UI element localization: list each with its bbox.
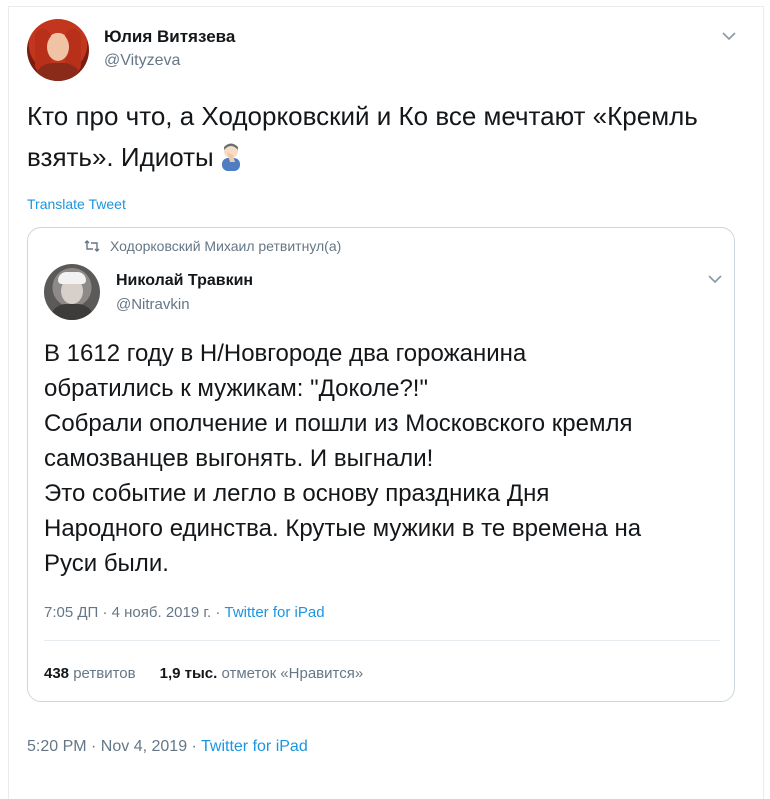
quoted-text-line: Собрали ополчение и пошли из Московского… — [44, 410, 633, 437]
tweet-text: Кто про что, а Ходорковский и Ко все меч… — [27, 101, 698, 172]
quoted-tweet-text: В 1612 году в Н/Новгороде два горожанина… — [44, 336, 724, 581]
chevron-down-icon[interactable] — [722, 31, 736, 41]
likes-stat[interactable]: 1,9 тыс. отметок «Нравится» — [160, 665, 364, 682]
quoted-stats: 438 ретвитов 1,9 тыс. отметок «Нравится» — [44, 665, 363, 682]
divider — [44, 640, 720, 641]
quoted-timestamp: 7:05 ДП · 4 нояб. 2019 г. · Twitter for … — [44, 604, 325, 621]
quoted-text-line: В 1612 году в Н/Новгороде два горожанина — [44, 340, 527, 367]
quoted-author-name[interactable]: Николай Травкин — [116, 272, 253, 290]
retweets-stat[interactable]: 438 ретвитов — [44, 665, 136, 682]
retweet-icon — [84, 240, 100, 252]
author-handle[interactable]: @Vityzeva — [104, 52, 180, 70]
chevron-down-icon[interactable] — [708, 274, 722, 284]
quoted-source-link[interactable]: Twitter for iPad — [225, 604, 325, 621]
person-facepalming-emoji-icon — [218, 142, 244, 172]
quoted-author-handle[interactable]: @Nitravkin — [116, 296, 190, 313]
retweet-context: Ходорковский Михаил ретвитнул(а) — [84, 238, 341, 254]
quoted-text-line: Народного единства. Крутые мужики в те в… — [44, 515, 642, 542]
author-avatar[interactable] — [27, 19, 89, 81]
retweet-context-text: Ходорковский Михаил ретвитнул(а) — [110, 238, 342, 254]
quoted-text-line: Это событие и легло в основу праздника Д… — [44, 480, 550, 507]
translate-tweet-link[interactable]: Translate Tweet — [27, 196, 126, 212]
quoted-text-line: Руси были. — [44, 550, 169, 577]
quoted-time[interactable]: 7:05 ДП · 4 нояб. 2019 г. · — [44, 604, 225, 621]
tweet-timestamp: 5:20 PM · Nov 4, 2019 · Twitter for iPad — [27, 738, 308, 756]
tweet-time[interactable]: 5:20 PM · Nov 4, 2019 · — [27, 738, 201, 755]
tweet-source-link[interactable]: Twitter for iPad — [201, 738, 308, 755]
likes-count: 1,9 тыс. — [159, 665, 218, 682]
quoted-text-line: обратились к мужикам: "Доколе?!" — [44, 375, 428, 402]
retweets-label: ретвитов — [73, 665, 136, 682]
author-name[interactable]: Юлия Витязева — [104, 27, 235, 47]
quoted-text-line: самозванцев выгонять. И выгнали! — [44, 445, 434, 472]
likes-label: отметок «Нравится» — [221, 665, 364, 682]
quoted-author-avatar[interactable] — [44, 264, 100, 320]
quoted-tweet[interactable]: Ходорковский Михаил ретвитнул(а) Николай… — [27, 227, 735, 702]
retweets-count: 438 — [44, 665, 70, 682]
